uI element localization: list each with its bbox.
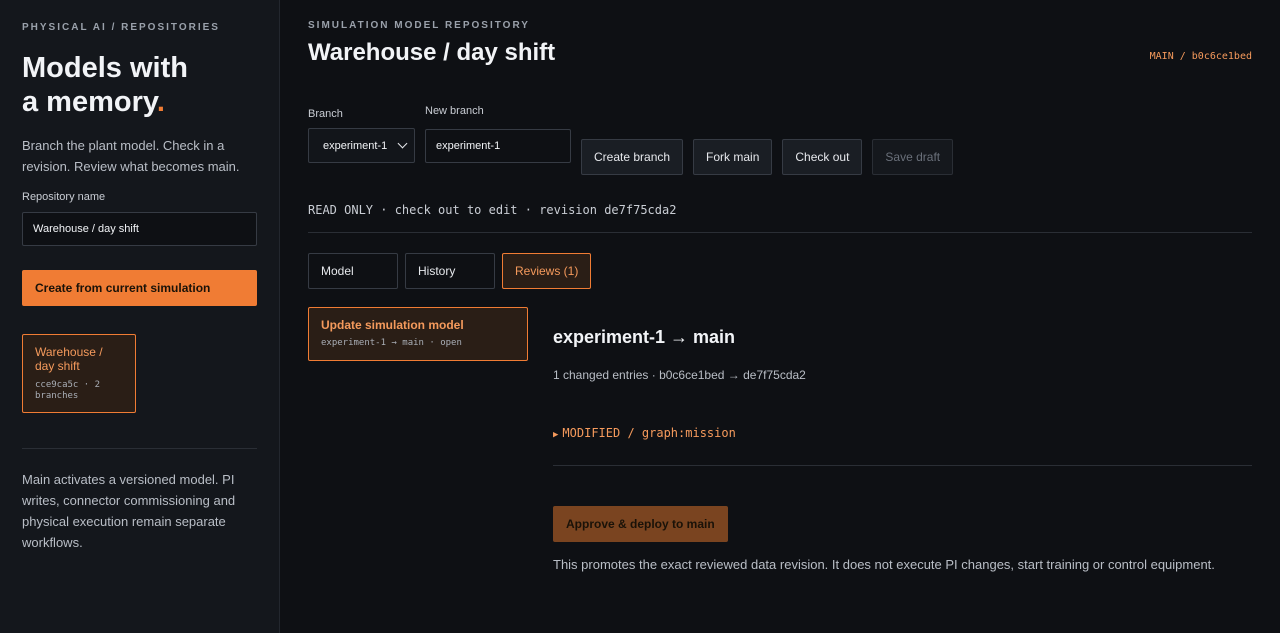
change-entry[interactable]: ▶ MODIFIED / graph:mission: [553, 426, 1252, 440]
hero-line-2: a memory: [22, 86, 157, 118]
review-area: Update simulation model experiment-1 → m…: [308, 307, 1252, 572]
review-card-title: Update simulation model: [321, 318, 464, 332]
new-branch-group: New branch: [425, 105, 571, 163]
main-divider: [308, 232, 1252, 233]
new-branch-input[interactable]: [425, 129, 571, 163]
review-card-meta: experiment-1 → main · open: [321, 338, 462, 348]
revision-badge: MAIN / b0c6ce1bed: [1149, 51, 1252, 62]
approve-deploy-button[interactable]: Approve & deploy to main: [553, 506, 728, 542]
check-out-button[interactable]: Check out: [782, 139, 863, 175]
save-draft-button[interactable]: Save draft: [872, 139, 954, 175]
triangle-right-icon: ▶: [553, 430, 559, 440]
sidebar-intro: Branch the plant model. Check in a revis…: [22, 138, 240, 174]
create-branch-button[interactable]: Create branch: [581, 139, 684, 175]
repo-card-name: Warehouse / day shift: [35, 345, 103, 373]
tab-history[interactable]: History: [405, 253, 495, 289]
sidebar-divider: [22, 448, 257, 449]
fork-main-button[interactable]: Fork main: [693, 139, 773, 175]
create-from-simulation-button[interactable]: Create from current simulation: [22, 270, 257, 306]
branch-label: Branch: [308, 108, 343, 120]
sidebar: PHYSICAL AI / REPOSITORIES Models with a…: [0, 0, 280, 633]
branch-select-group: Branch experiment-1: [308, 108, 415, 163]
tab-bar: Model History Reviews (1): [308, 253, 1252, 289]
hero-accent-dot: .: [156, 86, 165, 118]
hero-heading: Models with a memory.: [22, 51, 257, 119]
tab-model[interactable]: Model: [308, 253, 398, 289]
repo-card[interactable]: Warehouse / day shift cce9ca5c · 2 branc…: [22, 334, 136, 413]
review-detail: experiment-1 → main 1 changed entries · …: [553, 307, 1252, 572]
chevron-down-icon: [397, 138, 408, 149]
main-panel: SIMULATION MODEL REPOSITORY Warehouse / …: [280, 0, 1280, 633]
sidebar-note: Main activates a versioned model. PI wri…: [22, 472, 236, 550]
branch-select[interactable]: experiment-1: [308, 128, 415, 163]
repo-card-meta: cce9ca5c · 2 branches: [35, 380, 101, 401]
branch-controls: Branch experiment-1 New branch Create br…: [308, 105, 1252, 175]
review-detail-title: experiment-1 → main: [553, 327, 736, 347]
new-branch-label: New branch: [425, 105, 484, 117]
approve-footnote: This promotes the exact reviewed data re…: [553, 557, 1215, 572]
status-line: READ ONLY · check out to edit · revision…: [308, 203, 677, 217]
sidebar-eyebrow: PHYSICAL AI / REPOSITORIES: [22, 22, 220, 33]
page-title: Warehouse / day shift: [308, 39, 556, 66]
hero-line-1: Models with: [22, 52, 188, 84]
branch-select-value: experiment-1: [323, 139, 388, 152]
review-card[interactable]: Update simulation model experiment-1 → m…: [308, 307, 528, 361]
app-root: PHYSICAL AI / REPOSITORIES Models with a…: [0, 0, 1280, 633]
repo-name-label: Repository name: [22, 191, 106, 203]
tab-reviews[interactable]: Reviews (1): [502, 253, 592, 289]
change-entry-label: MODIFIED / graph:mission: [562, 426, 736, 440]
review-detail-summary: 1 changed entries · b0c6ce1bed → de7f75c…: [553, 368, 806, 382]
detail-divider: [553, 465, 1252, 466]
main-eyebrow: SIMULATION MODEL REPOSITORY: [308, 20, 530, 31]
repo-name-input[interactable]: [22, 212, 257, 246]
